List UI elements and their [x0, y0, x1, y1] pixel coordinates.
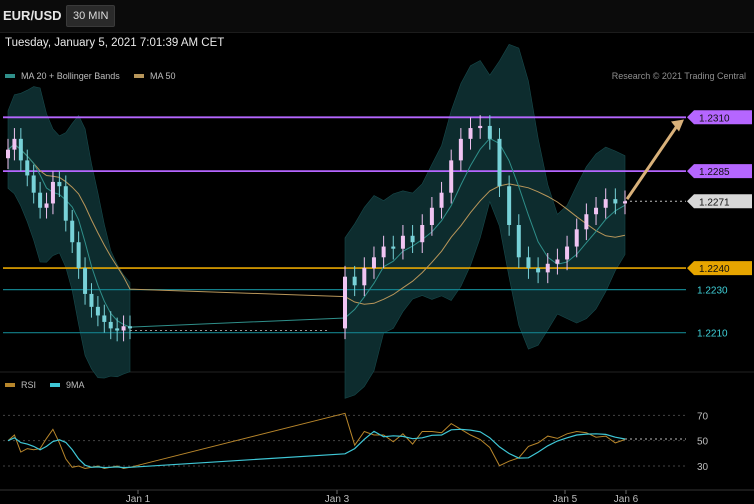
level-label-1.2310: 1.2310 — [699, 113, 730, 124]
candle-body — [6, 149, 10, 159]
level-label-1.2271: 1.2271 — [699, 197, 730, 208]
rsi-line — [7, 412, 626, 470]
candle-body — [497, 138, 502, 187]
candle-body — [38, 192, 43, 208]
candle-body — [603, 199, 608, 208]
price-chart[interactable]: 1.2310 1.2285 1.2271 1.2240 1.2230 1.2210 70 50… — [0, 0, 754, 504]
candle-body — [555, 259, 560, 264]
candle-body — [70, 220, 75, 243]
x-tick-label-Jan 5: Jan 5 — [553, 494, 578, 504]
candle-body — [18, 138, 23, 161]
candle-body — [429, 207, 434, 225]
x-tick-label-Jan 1: Jan 1 — [126, 494, 151, 504]
rsi-tick-30: 30 — [697, 462, 709, 473]
candle-body — [371, 257, 376, 269]
candle-body — [362, 268, 367, 286]
candle-body — [115, 328, 120, 331]
candle-body — [343, 276, 347, 329]
candle-body — [478, 125, 483, 129]
candle-body — [623, 201, 627, 204]
candle-body — [545, 263, 550, 273]
candle-body — [526, 257, 531, 269]
candle-body — [410, 235, 415, 243]
level-label-1.2285: 1.2285 — [699, 167, 730, 178]
level-label-1.2230: 1.2230 — [697, 286, 728, 297]
candle-body — [12, 138, 17, 150]
candle-body — [565, 246, 570, 260]
candle-body — [128, 326, 132, 329]
candle-body — [352, 276, 357, 286]
projection-arrow-shaft — [625, 123, 680, 200]
x-tick-label-Jan 6: Jan 6 — [614, 494, 639, 504]
bollinger-band-left — [7, 86, 131, 379]
candle-body — [25, 160, 30, 176]
candle-body — [381, 246, 386, 258]
candle-body — [31, 175, 36, 193]
candle-body — [95, 306, 100, 316]
candle-body — [449, 160, 454, 193]
candle-body — [50, 181, 55, 204]
candle-body — [536, 268, 541, 273]
candle-body — [57, 181, 62, 187]
candle-body — [507, 186, 512, 225]
candle-body — [468, 128, 473, 139]
candle-body — [83, 268, 88, 294]
candle-body — [400, 235, 405, 249]
candle-body — [516, 225, 521, 258]
candle-body — [391, 246, 396, 249]
candle-body — [63, 186, 68, 221]
candle-body — [108, 321, 113, 329]
rsi-tick-50: 50 — [697, 437, 709, 448]
candle-body — [44, 203, 49, 208]
level-label-1.2210: 1.2210 — [697, 329, 728, 340]
candle-body — [613, 199, 618, 204]
candle-body — [420, 225, 425, 243]
candle-body — [574, 229, 579, 247]
candle-body — [121, 326, 126, 331]
candle-body — [584, 214, 589, 230]
candle-body — [458, 138, 463, 161]
candle-body — [594, 207, 599, 215]
level-label-1.2240: 1.2240 — [699, 264, 730, 275]
candle-body — [89, 293, 94, 307]
candle-body — [102, 315, 107, 322]
candle-body — [76, 242, 81, 269]
rsi-tick-70: 70 — [697, 411, 709, 422]
candle-body — [487, 125, 492, 139]
x-tick-label-Jan 3: Jan 3 — [325, 494, 350, 504]
rsi-ma-line — [7, 428, 626, 469]
candle-body — [439, 192, 444, 208]
